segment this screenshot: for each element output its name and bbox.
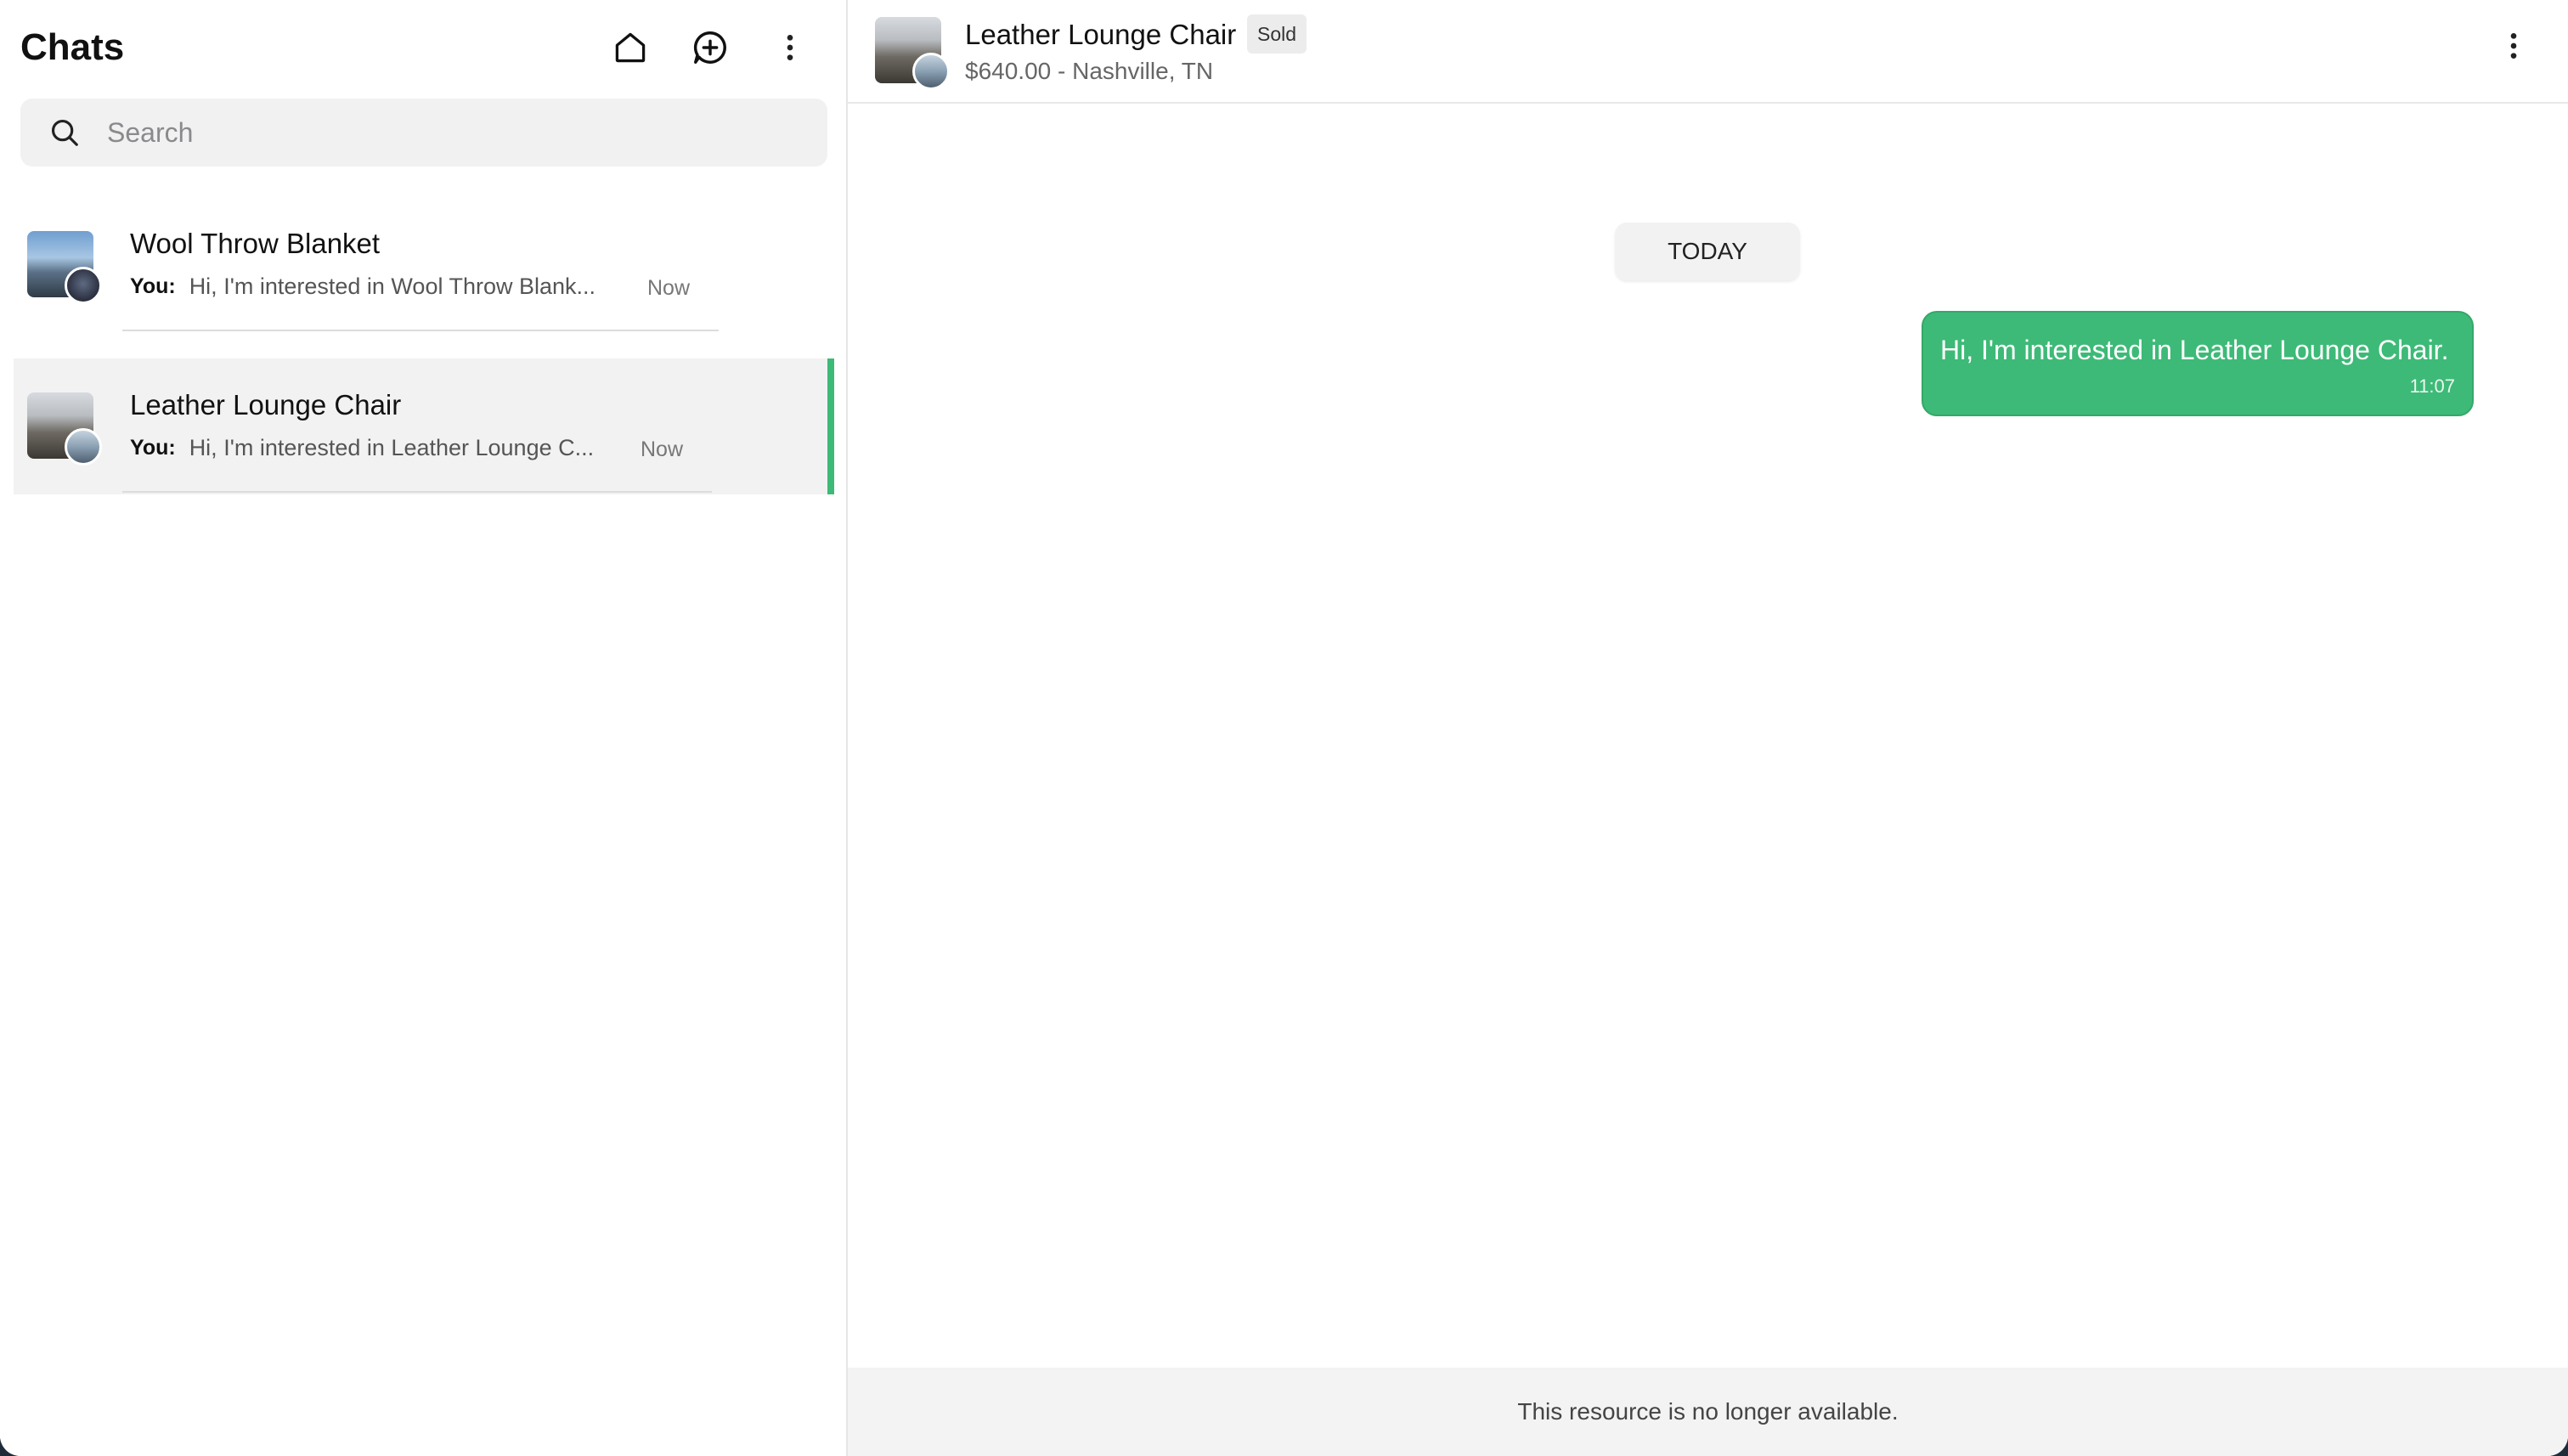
listing-price-location: $640.00 - Nashville, TN	[965, 58, 1214, 84]
more-vertical-icon	[787, 35, 793, 60]
chat-preview: You: Hi, I'm interested in Leather Loung…	[130, 435, 594, 461]
message-text: Hi, I'm interested in Leather Lounge Cha…	[1940, 335, 2449, 365]
unavailable-notice: This resource is no longer available.	[848, 1368, 2568, 1456]
avatar	[912, 53, 950, 90]
sidebar-title: Chats	[20, 26, 125, 68]
new-chat-button[interactable]	[674, 12, 746, 83]
search-input[interactable]	[95, 99, 827, 166]
app-window: Chats Search Wool Throw Blanket You: Hi,…	[0, 0, 2568, 1456]
chat-time: Now	[647, 276, 691, 300]
sender-label: You:	[130, 436, 176, 460]
chat-list-item[interactable]: Wool Throw Blanket You: Hi, I'm interest…	[14, 197, 834, 333]
divider	[122, 491, 712, 493]
chat-preview: You: Hi, I'm interested in Wool Throw Bl…	[130, 274, 595, 300]
search-icon	[34, 99, 95, 166]
outgoing-message[interactable]: Hi, I'm interested in Leather Lounge Cha…	[1922, 311, 2474, 416]
chat-title: Leather Lounge Chair	[130, 389, 402, 420]
chat-list-item-active[interactable]: Leather Lounge Chair You: Hi, I'm intere…	[14, 358, 834, 494]
chat-time: Now	[641, 437, 684, 461]
sidebar-header: Chats	[0, 0, 846, 95]
preview-text: Hi, I'm interested in Leather Lounge C..…	[189, 435, 595, 460]
home-button[interactable]	[595, 12, 666, 83]
sender-label: You:	[130, 274, 176, 298]
avatar	[65, 267, 102, 304]
chat-title: Wool Throw Blanket	[130, 228, 381, 259]
conversation-panel: Leather Lounge Chair Sold $640.00 - Nash…	[848, 0, 2568, 1456]
avatar	[65, 428, 102, 466]
more-vertical-icon	[2510, 33, 2517, 59]
preview-text: Hi, I'm interested in Wool Throw Blank..…	[189, 274, 596, 299]
conversation-header: Leather Lounge Chair Sold $640.00 - Nash…	[848, 0, 2568, 104]
conversation-menu-button[interactable]	[2480, 12, 2548, 80]
day-separator: TODAY	[1615, 223, 1800, 280]
status-badge: Sold	[1247, 14, 1307, 54]
sidebar-menu-button[interactable]	[754, 12, 826, 83]
home-icon	[615, 32, 646, 63]
notice-text: This resource is no longer available.	[1517, 1398, 1899, 1425]
search-bar	[20, 99, 827, 166]
divider	[122, 330, 719, 331]
message-time: 11:07	[2409, 375, 2455, 397]
chat-sidebar: Chats Search Wool Throw Blanket You: Hi,…	[0, 0, 848, 1456]
conversation-title[interactable]: Leather Lounge Chair	[965, 19, 1236, 51]
new-chat-icon	[693, 31, 726, 64]
